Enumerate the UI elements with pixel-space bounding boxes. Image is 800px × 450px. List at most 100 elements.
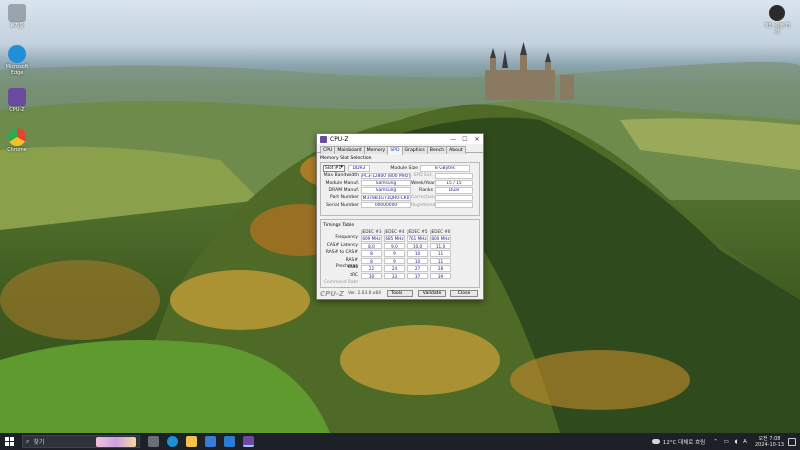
timings-row-label: Frequency — [335, 235, 358, 240]
notification-icon[interactable] — [788, 437, 796, 446]
timings-cell: 8 — [361, 257, 382, 264]
timings-group: Timings Table JEDEC #3 JEDEC #4 JEDEC #5 JE… — [320, 219, 480, 294]
slot-select[interactable]: Slot #1 — [323, 165, 345, 172]
timings-row-label: RAS# Precharge — [335, 257, 358, 270]
timings-row-label: Command Rate — [323, 280, 358, 285]
timings-row-label: CAS# Latency — [326, 242, 358, 248]
spd-ext-label: SPD Ext. — [413, 173, 433, 179]
timings-cell: 9.0 — [384, 242, 405, 249]
minimize-button[interactable]: — — [447, 136, 459, 143]
tab-spd[interactable]: SPD — [387, 146, 403, 155]
maximize-button[interactable]: ☐ — [459, 136, 471, 143]
timings-cell: 761 MHz — [407, 235, 428, 242]
ranks-label: Ranks — [419, 188, 433, 194]
registered-value — [435, 201, 473, 209]
window-footer: CPU-Z Ver. 2.03.0.x64 Tools Validate Clo… — [317, 288, 483, 299]
module-size-label: Module Size — [390, 166, 418, 172]
desktop-icon-chrome[interactable]: Chrome — [2, 128, 32, 153]
taskbar: ⌕ 찾기 12°C 대체로 흐림 ⌃ ▭ ◖ Α 오전 7:08 2024-10… — [0, 433, 800, 450]
cpuz-app-icon — [320, 135, 327, 143]
timings-row-label: tRAS — [347, 265, 358, 270]
slot-info-group: Slot #1 DDR3 Module Size 8 GBytes Max Ba… — [320, 162, 480, 216]
module-size-value: 8 GBytes — [420, 165, 470, 172]
cpuz-brand-logo: CPU-Z — [320, 289, 344, 298]
timings-cell — [384, 280, 405, 287]
timings-cell: 24 — [384, 265, 405, 272]
timings-column-header: JEDEC #4 — [384, 229, 405, 234]
week-year-value: 15 / 15 — [435, 179, 473, 187]
module-manuf-label: Module Manuf. — [325, 180, 359, 186]
store-icon[interactable] — [205, 436, 216, 447]
tab-cpu[interactable]: CPU — [320, 146, 336, 154]
spd-panel: Memory Slot Selection Slot #1 DDR3 Modul… — [317, 153, 483, 294]
part-number-label: Part Number — [330, 195, 359, 201]
correction-value — [435, 194, 473, 202]
tab-graphics[interactable]: Graphics — [401, 146, 428, 154]
timings-cell: 33 — [384, 272, 405, 279]
timings-column-header: JEDEC #5 — [407, 229, 428, 234]
serial-number-value: 00000000 — [361, 201, 411, 209]
close-button[interactable]: ✕ — [471, 136, 483, 143]
cpuz-icon — [8, 88, 26, 106]
timings-cell — [361, 280, 382, 287]
timings-cell: 8.0 — [361, 242, 382, 249]
mail-icon[interactable] — [224, 436, 235, 447]
window-titlebar[interactable]: CPU-Z — ☐ ✕ — [317, 134, 483, 144]
memory-type: DDR3 — [348, 165, 370, 172]
timings-cell: 37 — [407, 272, 428, 279]
chrome-icon — [8, 128, 26, 146]
part-number-value: M378B1G73QH0-CK0 — [361, 194, 411, 202]
taskbar-search[interactable]: ⌕ 찾기 — [22, 435, 140, 448]
clock[interactable]: 오전 7:08 2024-10-13 — [755, 436, 784, 448]
tools-button[interactable]: Tools — [387, 290, 414, 297]
desktop-icon-cpuz[interactable]: CPU-Z — [2, 88, 32, 113]
serial-number-label: Serial Number — [326, 202, 359, 208]
tab-mainboard[interactable]: Mainboard — [334, 146, 365, 154]
timings-row-label: tRC — [350, 272, 358, 278]
cpuz-window: CPU-Z — ☐ ✕ CPU Mainboard Memory SPD Gra… — [316, 133, 484, 300]
validate-button[interactable]: Validate — [418, 290, 447, 297]
start-button[interactable] — [3, 435, 17, 449]
timings-cell — [430, 280, 451, 287]
desktop-icon-recycle-bin[interactable]: 휴지통 — [2, 4, 32, 29]
timings-cell: 10.0 — [407, 242, 428, 249]
timings-cell — [407, 280, 428, 287]
tab-memory[interactable]: Memory — [363, 146, 389, 154]
timings-column-header: JEDEC #6 — [430, 229, 451, 234]
max-bandwidth-value: PC3-12800 (800 MHz) — [361, 172, 411, 180]
max-bandwidth-label: Max Bandwidth — [323, 173, 359, 179]
desktop-icon-label: CPU-Z — [9, 107, 25, 113]
timings-column-header: JEDEC #3 — [361, 229, 382, 234]
desktop-icon-label: Chrome — [7, 147, 27, 153]
week-year-label: Week/Year — [411, 180, 435, 186]
desktop-icon-label: 휴지통 — [10, 23, 24, 29]
module-manuf-value: Samsung — [361, 179, 411, 187]
task-view-icon[interactable] — [148, 436, 159, 447]
timings-cell: 30 — [361, 272, 382, 279]
cloud-icon — [651, 439, 660, 444]
timings-table: JEDEC #3 JEDEC #4 JEDEC #5 JEDEC #6 Frequenc… — [323, 229, 477, 294]
tab-bench[interactable]: Bench — [426, 146, 448, 154]
spd-ext-value — [435, 172, 473, 180]
search-icon: ⌕ — [26, 437, 30, 445]
dram-manuf-value: Samsung — [361, 187, 411, 194]
timings-cell: 39 — [430, 272, 451, 279]
cpuz-taskbar-icon[interactable] — [243, 436, 254, 447]
timings-title: Timings Table — [323, 223, 355, 228]
edge-taskbar-icon[interactable] — [167, 436, 178, 447]
weather-widget[interactable]: 12°C 대체로 흐림 — [651, 438, 705, 446]
desktop-icon-personalize[interactable]: 개인 설정 변경 — [762, 4, 792, 35]
desktop-icon-edge[interactable]: Microsoft Edge — [2, 45, 32, 76]
timings-cell: 11.0 — [430, 242, 451, 249]
tray-icons[interactable]: ⌃ ▭ ◖ Α — [713, 439, 749, 445]
file-explorer-icon[interactable] — [186, 436, 197, 447]
desktop-icon-label: 개인 설정 변경 — [763, 23, 791, 35]
close-window-button[interactable]: Close — [450, 290, 479, 297]
timings-cell: 609 MHz — [361, 235, 382, 242]
recycle-bin-icon — [8, 4, 26, 22]
timings-cell: 800 MHz — [430, 235, 451, 242]
timings-cell: 9 — [384, 250, 405, 257]
desktop-icon-label: Microsoft Edge — [5, 64, 29, 76]
tab-about[interactable]: About — [446, 146, 466, 154]
registered-label: Registered — [411, 202, 436, 208]
